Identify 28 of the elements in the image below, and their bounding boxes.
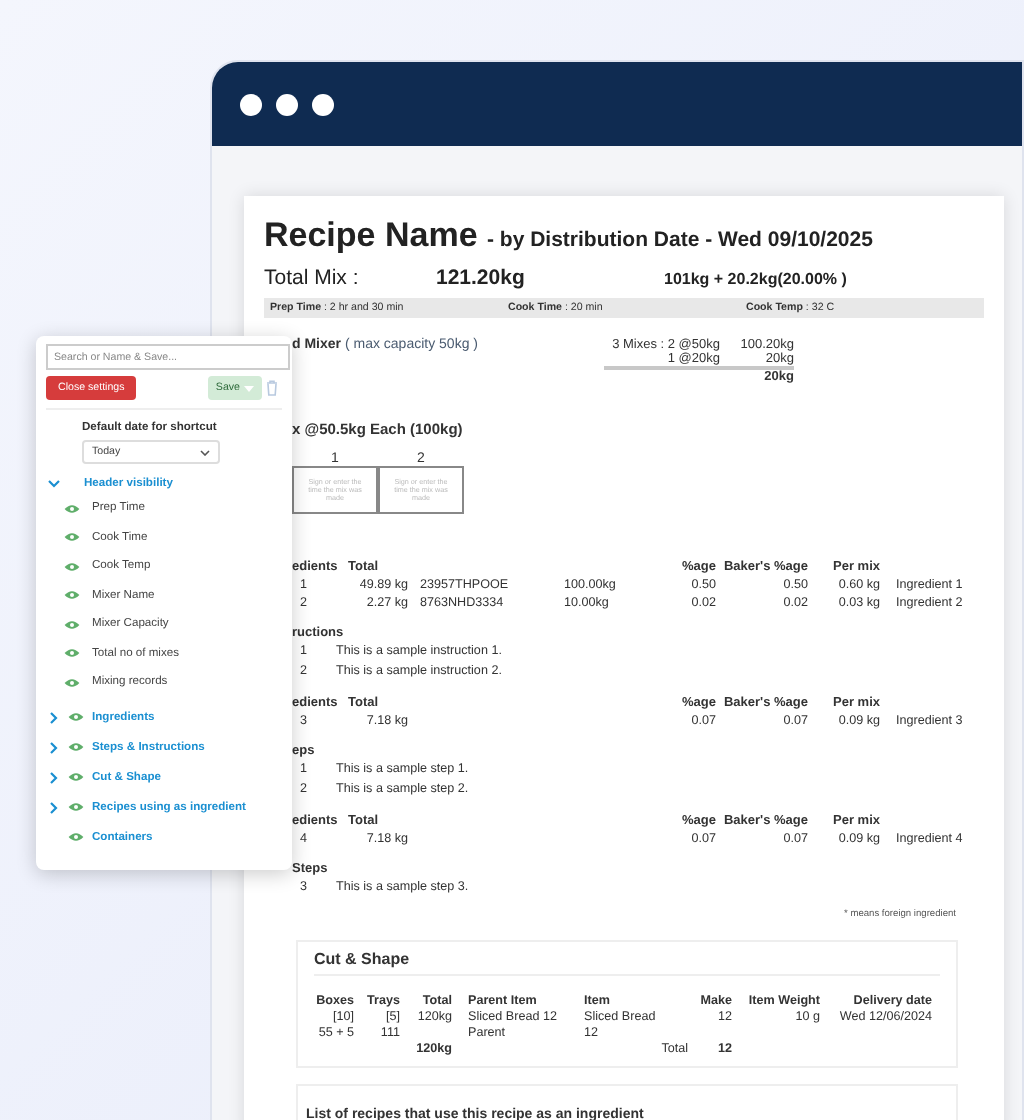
- window-dot-icon: [276, 93, 298, 115]
- trash-icon[interactable]: [266, 380, 278, 396]
- chevron-right-icon[interactable]: [48, 771, 60, 783]
- chevron-down-icon: [200, 449, 210, 455]
- eye-icon[interactable]: [68, 712, 84, 722]
- eye-icon[interactable]: [64, 619, 80, 630]
- eye-icon[interactable]: [64, 648, 80, 659]
- eye-icon[interactable]: [64, 503, 80, 514]
- eye-icon[interactable]: [64, 561, 80, 572]
- eye-icon[interactable]: [68, 832, 84, 842]
- total-mix-label: Total Mix :: [264, 266, 361, 290]
- card-title: Cut & Shape: [314, 950, 940, 976]
- eye-icon[interactable]: [68, 742, 84, 752]
- total-mix-value: 121.20kg: [436, 266, 527, 290]
- caret-icon: [244, 385, 254, 391]
- eye-icon[interactable]: [64, 532, 80, 543]
- chevron-right-icon[interactable]: [48, 711, 60, 723]
- eye-icon[interactable]: [64, 677, 80, 688]
- recipe-title: Recipe Name - by Distribution Date - Wed 09/10/2025: [264, 216, 875, 256]
- eye-icon[interactable]: [68, 772, 84, 782]
- total-mix-breakdown: 101kg + 20.2kg(20.00% ): [664, 269, 849, 287]
- chevron-down-icon[interactable]: [48, 478, 60, 490]
- chevron-right-icon[interactable]: [48, 741, 60, 753]
- window-dot-icon: [240, 93, 262, 115]
- eye-icon[interactable]: [68, 802, 84, 812]
- window-dot-icon: [312, 93, 334, 115]
- chevron-right-icon[interactable]: [48, 801, 60, 813]
- eye-icon[interactable]: [64, 590, 80, 601]
